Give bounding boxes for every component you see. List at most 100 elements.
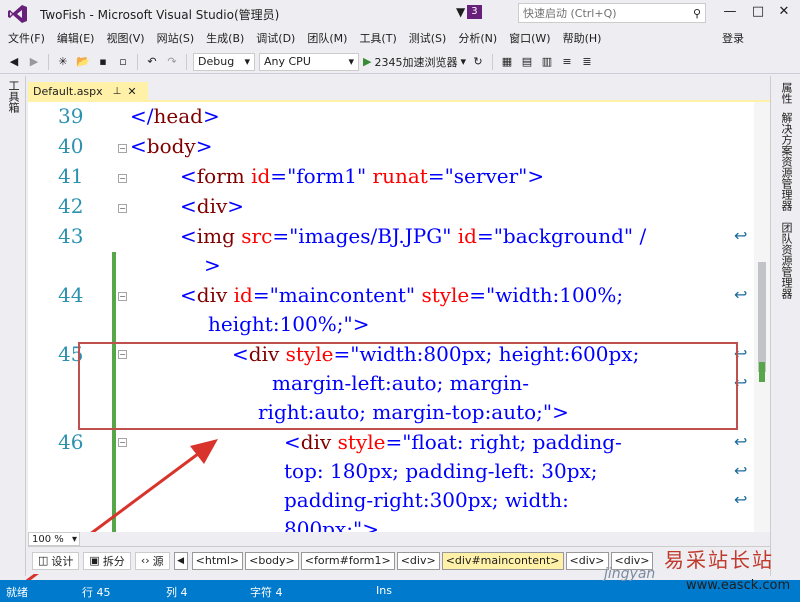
breadcrumb-item[interactable]: <div> [565,551,609,570]
line-number: 44 [58,283,84,307]
tab-default-aspx[interactable]: Default.aspx ⊥ ✕ [28,82,148,100]
pin-icon[interactable]: ⊥ [113,86,122,97]
save-all-icon[interactable]: ▫ [115,54,131,70]
solution-platform-select[interactable]: Any CPU ▾ [259,52,359,71]
word-wrap-icon: ↩ [734,490,748,509]
zoom-select[interactable]: 100 % ▾ [28,532,80,546]
navigate-back-icon[interactable]: ◀ [6,54,22,70]
format-icon[interactable]: ▥ [539,54,555,70]
redo-icon[interactable]: ↷ [164,54,180,70]
close-window-button[interactable]: ✕ [772,4,796,22]
breadcrumb-item[interactable]: <div> [396,551,440,570]
tab-filename: Default.aspx [33,84,103,98]
word-wrap-icon: ↩ [734,432,748,451]
navigate-forward-icon[interactable]: ▶ [26,54,42,70]
code-line-41: <form id="form1" runat="server"> [180,164,545,188]
menu-analyze[interactable]: 分析(N) [452,28,503,50]
open-file-icon[interactable]: 📂 [75,54,91,70]
menu-build[interactable]: 生成(B) [200,28,250,50]
status-line: 行 45 [82,586,111,599]
breadcrumb-item[interactable]: <html> [191,551,244,570]
split-icon: ▣ [89,554,100,567]
uncomment-icon[interactable]: ≣ [579,54,595,70]
comment-icon[interactable]: ≡ [559,54,575,70]
line-number: 43 [58,224,84,248]
breadcrumb-prev-icon[interactable]: ◀ [173,551,188,570]
play-icon: ▶ [363,55,372,68]
fold-toggle-icon[interactable]: − [118,144,127,153]
scrollbar-change-marker [759,362,765,382]
save-icon[interactable]: ▪ [95,54,111,70]
visual-studio-logo-icon [4,0,32,28]
annotation-arrow-icon [3,439,218,600]
design-view-button[interactable]: ◫ 设计 [32,551,80,570]
line-number: 39 [58,104,84,128]
notification-area[interactable]: ▼ 3 [456,5,482,19]
breadcrumb-item[interactable]: <div#maincontent> [441,551,564,570]
code-line-46-wrap-2: padding-right:300px; width: [284,488,569,512]
code-line-46-wrap-1: top: 180px; padding-left: 30px; [284,459,598,483]
menu-tools[interactable]: 工具(T) [353,28,402,50]
breadcrumb-item[interactable]: <form#form1> [300,551,395,570]
line-number: 40 [58,134,84,158]
menu-view[interactable]: 视图(V) [100,28,150,50]
refresh-icon[interactable]: ↻ [470,54,486,70]
code-line-46: <div style="float: right; padding- [284,430,622,454]
editor-zoom-bar: 100 % ▾ [28,532,770,546]
source-view-button[interactable]: ‹› 源 [134,551,170,570]
menu-edit[interactable]: 编辑(E) [51,28,101,50]
fold-toggle-icon[interactable]: − [118,204,127,213]
browser-link-icon[interactable]: ▦ [499,54,515,70]
window-title: TwoFish - Microsoft Visual Studio(管理员) [40,7,280,22]
fold-toggle-icon[interactable]: − [118,292,127,301]
menu-bar: 文件(F) 编辑(E) 视图(V) 网站(S) 生成(B) 调试(D) 团队(M… [0,28,800,50]
toolbox-tab[interactable]: 工具箱 [5,80,21,113]
document-icon[interactable]: ▤ [519,54,535,70]
fold-toggle-icon[interactable]: − [118,174,127,183]
menu-window[interactable]: 窗口(W) [503,28,556,50]
code-line-42: <div> [180,194,245,218]
menu-website[interactable]: 网站(S) [151,28,201,50]
code-line-44: <div id="maincontent" style="width:100%; [180,283,624,307]
split-label: 拆分 [102,554,125,568]
undo-icon[interactable]: ↶ [144,54,160,70]
login-link[interactable]: 登录 [722,28,744,50]
quick-launch-input[interactable]: 快速启动 (Ctrl+Q) ⚲ [518,3,706,23]
line-number: 41 [58,164,84,188]
code-line-39: </head> [130,104,220,128]
line-number: 42 [58,194,84,218]
chevron-down-icon: ▾ [71,533,77,545]
menu-team[interactable]: 团队(M) [301,28,353,50]
view-switcher-bar: ◫ 设计 ▣ 拆分 ‹› 源 ◀ <html> <body> <form#form1… [28,546,770,574]
annotation-highlight-box [78,342,738,430]
status-column: 列 4 [166,586,188,599]
toolbar-separator [186,53,187,70]
menu-help[interactable]: 帮助(H) [557,28,608,50]
site-watermark-cn: 易采站长站 [664,548,774,572]
new-project-icon[interactable]: ✳ [55,54,71,70]
breadcrumb-item[interactable]: <body> [245,551,299,570]
quick-launch-placeholder: 快速启动 (Ctrl+Q) [523,7,617,20]
start-debugging-button[interactable]: ▶ 2345加速浏览器 ▾ [363,54,466,70]
status-ready: 就绪 [6,586,28,599]
word-wrap-icon: ↩ [734,226,748,245]
solution-configuration-select[interactable]: Debug ▾ [193,52,255,71]
minimize-button[interactable]: — [718,4,742,22]
word-wrap-icon: ↩ [734,285,748,304]
solution-explorer-tab[interactable]: 解决方案资源管理器 [778,112,794,211]
menu-debug[interactable]: 调试(D) [250,28,301,50]
close-tab-icon[interactable]: ✕ [127,85,136,98]
menu-test[interactable]: 测试(S) [403,28,453,50]
word-wrap-icon: ↩ [734,461,748,480]
maximize-button[interactable]: □ [746,4,770,22]
team-explorer-tab[interactable]: 团队资源管理器 [778,222,794,299]
menu-file[interactable]: 文件(F) [2,28,51,50]
search-icon: ⚲ [692,6,701,20]
scrollbar-thumb[interactable] [758,262,766,372]
tag-breadcrumb: <html> <body> <form#form1> <div> <div#mainco… [191,551,654,570]
site-watermark-url: www.easck.com [686,578,791,593]
split-view-button[interactable]: ▣ 拆分 [83,551,131,570]
run-target-label: 2345加速浏览器 [374,55,458,69]
properties-tab[interactable]: 属性 [778,82,794,104]
title-bar: TwoFish - Microsoft Visual Studio(管理员) ▼… [0,0,800,28]
